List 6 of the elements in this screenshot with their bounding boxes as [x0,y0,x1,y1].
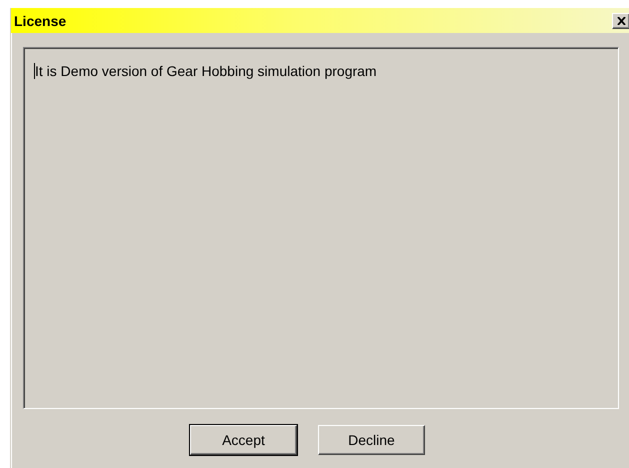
dialog-button[interactable]: Accept [190,425,297,455]
close-icon [616,16,626,24]
text-area[interactable]: It is Demo version of Gear Hobbing simulation program [23,47,619,409]
dialog-button[interactable]: Decline [318,425,425,455]
window-title: License [14,12,68,28]
close-button[interactable] [612,12,629,28]
